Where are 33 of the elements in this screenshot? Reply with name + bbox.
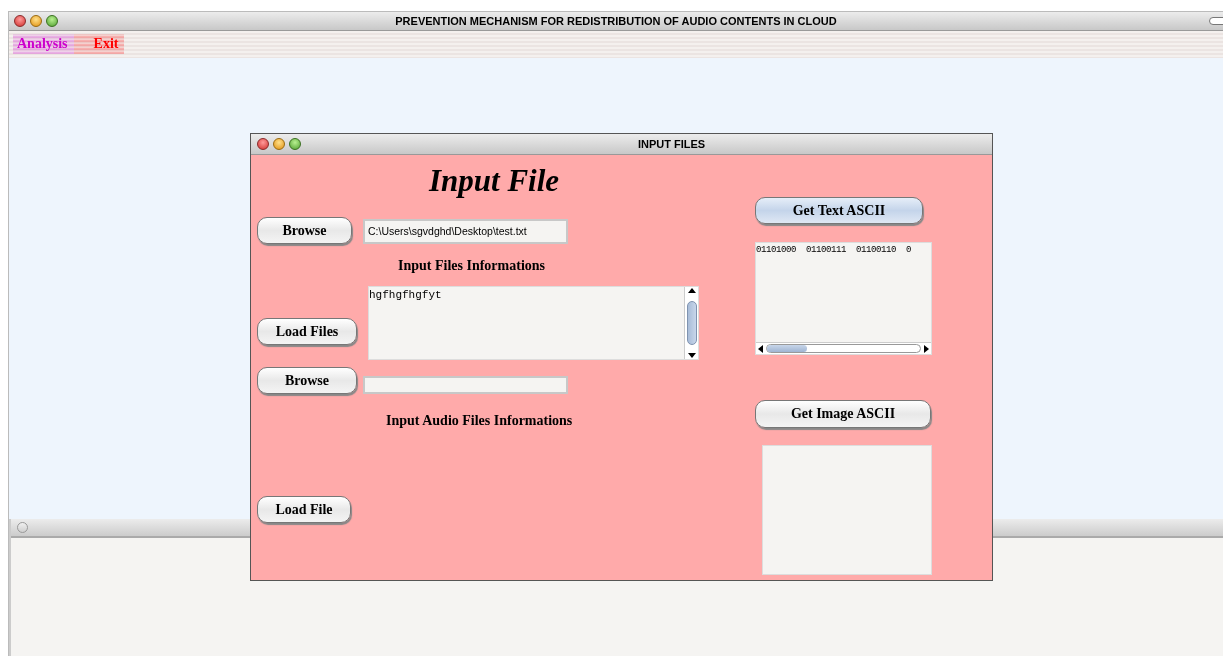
toolbar-toggle-icon[interactable] [1209, 17, 1223, 25]
scroll-up-icon[interactable] [687, 288, 696, 293]
ascii-text: 01101000 01100111 01100110 0 [756, 244, 913, 257]
push-button[interactable]: Browse [257, 217, 352, 244]
maximize-icon[interactable] [46, 15, 58, 27]
scroll-right-icon[interactable] [924, 344, 929, 353]
file-path-field[interactable]: C:\Users\sgvdghd\Desktop\test.txt [363, 219, 568, 244]
close-icon[interactable] [257, 138, 269, 150]
dialog-heading: Input File [429, 163, 560, 199]
push-button[interactable]: Load Files [257, 318, 357, 345]
ascii-text-area[interactable]: 01101000 01100111 01100110 0 [755, 242, 932, 355]
files-info-text: hgfhgfhgfyt [369, 288, 443, 303]
scroll-thumb[interactable] [686, 301, 697, 345]
minimize-icon[interactable] [273, 138, 285, 150]
audio-path-field[interactable] [363, 376, 568, 394]
close-icon[interactable] [14, 15, 26, 27]
section-label: Input Audio Files Informations [386, 412, 573, 430]
dialog-title: INPUT FILES [636, 136, 707, 152]
scroll-thumb[interactable] [767, 345, 807, 352]
scroll-down-icon[interactable] [687, 353, 696, 358]
horizontal-scrollbar[interactable] [756, 342, 931, 354]
section-label: Input Files Informations [398, 257, 546, 275]
push-button[interactable]: Browse [257, 367, 357, 394]
files-info-area[interactable]: hgfhgfhgfyt [368, 286, 699, 360]
push-button[interactable]: Get Image ASCII [755, 400, 931, 428]
vertical-scrollbar[interactable] [684, 287, 698, 359]
push-button[interactable]: Get Text ASCII [755, 197, 923, 224]
frame-button-icon[interactable] [17, 522, 28, 533]
scroll-left-icon[interactable] [758, 344, 763, 353]
minimize-icon[interactable] [30, 15, 42, 27]
maximize-icon[interactable] [289, 138, 301, 150]
push-button[interactable]: Load File [257, 496, 351, 523]
window-title: PREVENTION MECHANISM FOR REDISTRIBUTION OF AUDIO CONTENTS IN CLOUD [394, 13, 838, 29]
